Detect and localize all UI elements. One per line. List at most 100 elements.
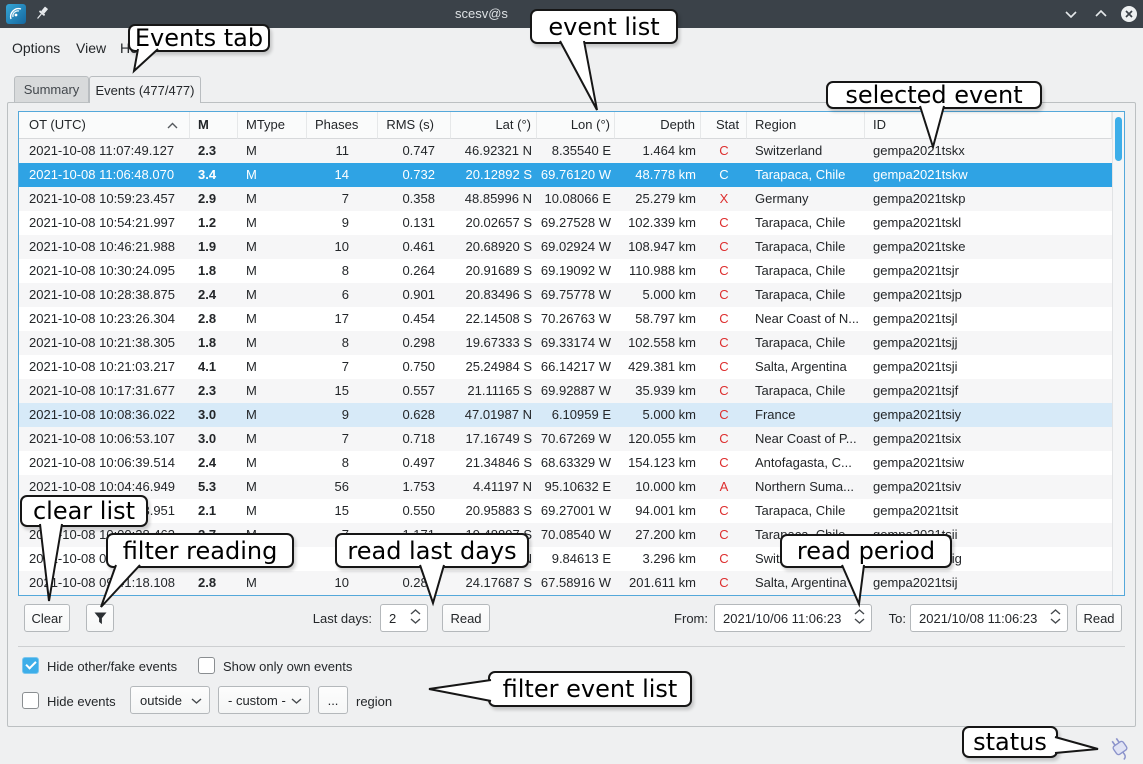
- cell-lat: 25.24984 S: [451, 355, 537, 379]
- table-row[interactable]: 2021-10-08 10:23:26.3042.8M170.45422.145…: [19, 307, 1112, 331]
- column-header-stat[interactable]: Stat: [701, 112, 747, 139]
- table-header: OT (UTC) MMTypePhasesRMS (s)Lat (°) Lon (°…: [19, 112, 1112, 139]
- table-row[interactable]: 2021-10-08 10:06:53.1073.0M70.71817.1674…: [19, 427, 1112, 451]
- hide-events-checkbox[interactable]: [22, 692, 39, 709]
- menu-item-options[interactable]: Options: [12, 40, 60, 56]
- clear-button[interactable]: Clear: [24, 604, 70, 632]
- tab-summary[interactable]: Summary: [14, 76, 89, 102]
- cell-rms: 0.747: [378, 139, 451, 163]
- cell-lat: 20.83496 S: [451, 283, 537, 307]
- cell-id: gempa2021tsjl: [865, 307, 1112, 331]
- cell-region: Tarapaca, Chile: [747, 331, 865, 355]
- cell-mtype: M: [238, 571, 307, 595]
- column-header-label: OT (UTC): [29, 117, 86, 132]
- table-row[interactable]: 2021-10-08 10:59:23.4572.9M70.35848.8599…: [19, 187, 1112, 211]
- table-row[interactable]: 2021-10-08 09:41:18.1082.8M100.28024.176…: [19, 571, 1112, 595]
- spin-up-icon[interactable]: [854, 609, 865, 615]
- filter-reading-button[interactable]: [86, 604, 114, 632]
- cell-mtype: M: [238, 283, 307, 307]
- from-datetime-field[interactable]: 2021/10/06 11:06:23: [714, 604, 872, 632]
- pin-icon[interactable]: [34, 5, 52, 23]
- spin-up-icon[interactable]: [1050, 609, 1061, 615]
- column-header-lat[interactable]: Lat (°): [451, 112, 537, 139]
- scesv-window: scesv@s Options View Help Summary Events…: [0, 0, 1143, 764]
- cell-mtype: M: [238, 163, 307, 187]
- cell-lat: 20.12892 S: [451, 163, 537, 187]
- scope-select[interactable]: outside: [130, 686, 210, 714]
- table-row[interactable]: 2021-10-08 10:30:24.0951.8M80.26420.9168…: [19, 259, 1112, 283]
- column-header-id[interactable]: ID: [865, 112, 1112, 139]
- spin-up-icon[interactable]: [410, 609, 421, 615]
- cell-phases: 15: [307, 499, 378, 523]
- cell-ot: 2021-10-08 10:21:38.305: [19, 331, 190, 355]
- last-days-spinner[interactable]: 2: [380, 604, 428, 632]
- hide-other-fake-events-checkbox[interactable]: [22, 657, 39, 674]
- column-header-label: Lon (°): [571, 117, 610, 132]
- cell-id: gempa2021tsjr: [865, 259, 1112, 283]
- cell-stat: C: [701, 499, 747, 523]
- cell-lat: 20.95883 S: [451, 499, 537, 523]
- to-datetime-field[interactable]: 2021/10/08 11:06:23: [910, 604, 1068, 632]
- cell-phases: 8: [307, 259, 378, 283]
- table-row[interactable]: 2021-10-08 10:21:03.2174.1M70.75025.2498…: [19, 355, 1112, 379]
- column-header-region[interactable]: Region: [747, 112, 865, 139]
- region-preset-select[interactable]: - custom -: [218, 686, 310, 714]
- cell-region: Tarapaca, Chile: [747, 163, 865, 187]
- show-only-own-events-checkbox[interactable]: [198, 657, 215, 674]
- column-header-ot[interactable]: OT (UTC): [19, 112, 190, 139]
- cell-m: 2.9: [190, 187, 238, 211]
- minimize-button[interactable]: [1062, 5, 1080, 23]
- close-button[interactable]: [1120, 5, 1138, 23]
- chevron-up-icon: [1095, 10, 1107, 18]
- hide-other-fake-events-label: Hide other/fake events: [47, 659, 177, 674]
- column-header-label: Depth: [660, 117, 695, 132]
- table-row[interactable]: 2021-10-08 10:17:31.6772.3M150.55721.111…: [19, 379, 1112, 403]
- cell-rms: 0.732: [378, 163, 451, 187]
- table-row[interactable]: 2021-10-08 10:04:46.9495.3M561.7534.4119…: [19, 475, 1112, 499]
- spin-down-icon[interactable]: [1050, 618, 1061, 624]
- read-period-button[interactable]: Read: [1076, 604, 1122, 632]
- spin-down-icon[interactable]: [854, 618, 865, 624]
- cell-lat: 4.41197 N: [451, 475, 537, 499]
- cell-depth: 1.464 km: [615, 139, 701, 163]
- spin-down-icon[interactable]: [410, 618, 421, 624]
- cell-lon: 95.10632 E: [537, 475, 615, 499]
- cell-region: Antofagasta, C...: [747, 451, 865, 475]
- column-header-mtype[interactable]: MType: [238, 112, 307, 139]
- column-header-m[interactable]: M: [190, 112, 238, 139]
- last-days-value: 2: [389, 611, 396, 626]
- table-row[interactable]: 2021-10-08 11:06:48.0703.4M140.73220.128…: [19, 163, 1112, 187]
- cell-stat: C: [701, 451, 747, 475]
- column-header-rms[interactable]: RMS (s): [378, 112, 451, 139]
- cell-ot: 2021-10-08 10:46:21.988: [19, 235, 190, 259]
- funnel-icon: [93, 611, 108, 626]
- cell-lon: 66.14217 W: [537, 355, 615, 379]
- more-regions-button[interactable]: ...: [318, 686, 348, 714]
- cell-lon: 70.08540 W: [537, 523, 615, 547]
- column-header-phases[interactable]: Phases: [307, 112, 378, 139]
- maximize-button[interactable]: [1092, 5, 1110, 23]
- table-row[interactable]: 2021-10-08 10:03:53.9512.1M150.55020.958…: [19, 499, 1112, 523]
- cell-stat: C: [701, 283, 747, 307]
- region-preset-value: - custom -: [228, 693, 286, 708]
- vertical-scrollbar[interactable]: [1112, 112, 1124, 595]
- menu-item-view[interactable]: View: [76, 40, 106, 56]
- table-row[interactable]: 2021-10-08 10:28:38.8752.4M60.90120.8349…: [19, 283, 1112, 307]
- column-header-depth[interactable]: Depth: [615, 112, 701, 139]
- tab-events[interactable]: Events (477/477): [89, 76, 201, 103]
- table-row[interactable]: 2021-10-08 10:46:21.9881.9M100.46120.689…: [19, 235, 1112, 259]
- column-header-lon[interactable]: Lon (°): [537, 112, 615, 139]
- table-row[interactable]: 2021-10-08 10:06:39.5142.4M80.49721.3484…: [19, 451, 1112, 475]
- table-row[interactable]: 2021-10-08 10:54:21.9971.2M90.13120.0265…: [19, 211, 1112, 235]
- cell-stat: C: [701, 355, 747, 379]
- scrollbar-thumb[interactable]: [1115, 117, 1122, 161]
- read-last-days-button[interactable]: Read: [442, 604, 490, 632]
- cell-phases: 7: [307, 355, 378, 379]
- cell-region: Tarapaca, Chile: [747, 499, 865, 523]
- cell-lon: 6.10959 E: [537, 403, 615, 427]
- table-row[interactable]: 2021-10-08 11:07:49.1272.3M110.74746.923…: [19, 139, 1112, 163]
- table-row[interactable]: 2021-10-08 10:08:36.0223.0M90.62847.0198…: [19, 403, 1112, 427]
- table-row[interactable]: 2021-10-08 10:21:38.3051.8M80.29819.6733…: [19, 331, 1112, 355]
- cell-m: 3.4: [190, 163, 238, 187]
- cell-id: gempa2021tsiw: [865, 451, 1112, 475]
